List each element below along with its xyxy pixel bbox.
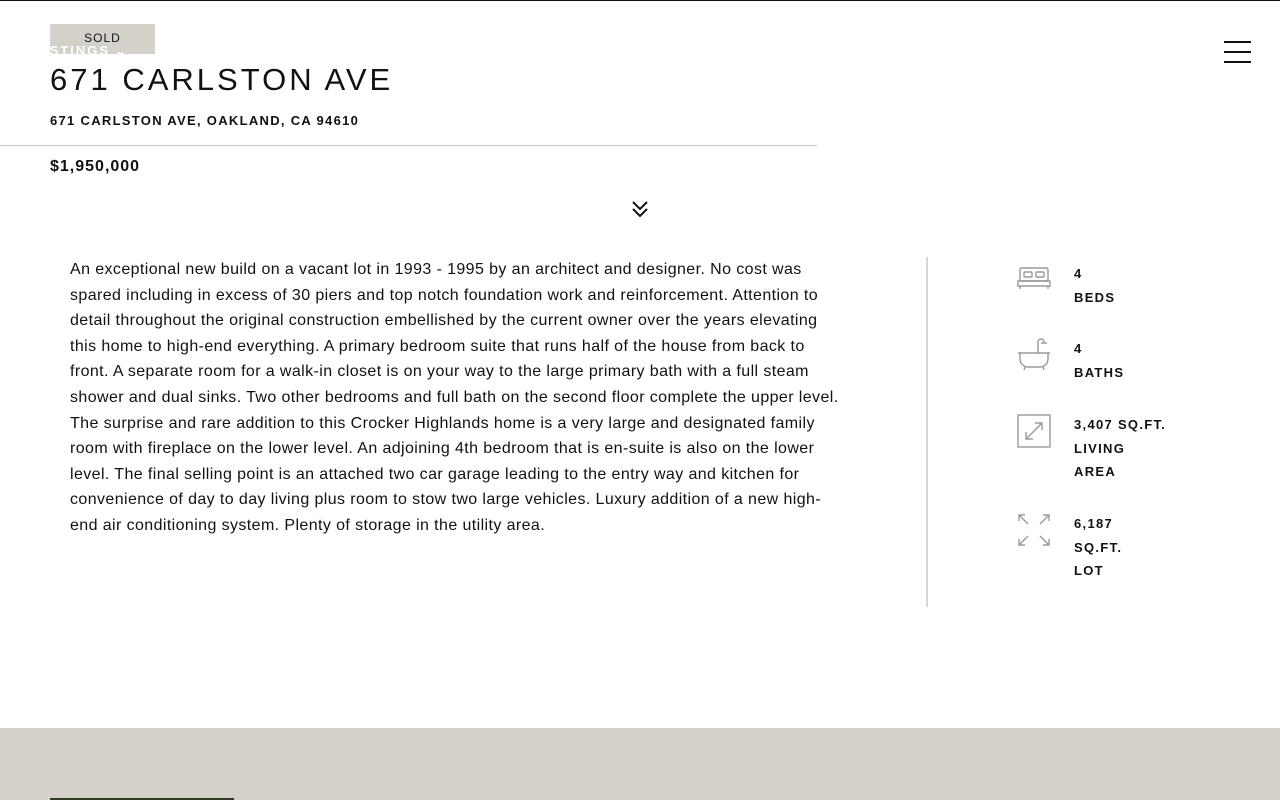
top-border [0,0,1280,1]
living-area-label-2: AREA [1074,464,1117,479]
expand-arrows-icon [1016,512,1052,548]
lot-size-label-2: LOT [1074,563,1104,578]
baths-label: BATHS [1074,364,1125,380]
baths-count: 4 [1074,341,1083,356]
lot-size-label-1: SQ.FT. [1074,539,1123,555]
property-description: An exceptional new build on a vacant lot… [70,261,839,534]
beds-count: 4 [1074,266,1083,281]
hamburger-menu-icon[interactable] [1224,41,1251,63]
listings-nav-label: ISTINGS [50,43,111,54]
listings-nav-link[interactable]: ISTINGS ⌄ [50,43,128,54]
beds-label: BEDS [1074,289,1116,305]
header-divider [0,145,817,146]
property-address: 671 CARLSTON AVE, OAKLAND, CA 94610 [50,113,360,128]
bed-icon [1016,262,1052,298]
bathtub-icon [1016,337,1052,373]
double-chevron-down-icon[interactable] [630,198,650,220]
living-area-label-1: LIVING [1074,440,1126,456]
chevron-down-icon: ⌄ [115,44,128,54]
status-badge: SOLD ISTINGS ⌄ [50,24,155,54]
property-price: $1,950,000 [50,158,141,175]
section-divider [926,257,928,607]
living-area-value: 3,407 SQ.FT. [1074,417,1167,432]
lot-size-value: 6,187 [1074,516,1114,531]
expand-square-icon [1016,413,1052,449]
page-title: 671 CARLSTON AVE [50,62,394,97]
footer-section [0,728,1280,800]
